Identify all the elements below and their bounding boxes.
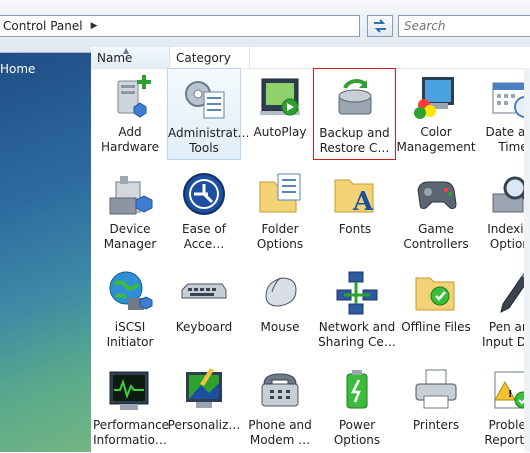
- list-item[interactable]: Color Management: [396, 68, 476, 160]
- list-item[interactable]: Game Controllers: [396, 165, 476, 257]
- administrative-tools-icon: [185, 81, 225, 119]
- refresh-button[interactable]: [367, 15, 393, 37]
- item-label: Device Manager: [103, 222, 157, 251]
- column-header: ▲ Name Category: [91, 46, 530, 69]
- item-label: Ease of Acce…: [182, 222, 226, 251]
- item-label: Game Controllers: [403, 222, 469, 251]
- list-item[interactable]: Add Hardware: [93, 68, 167, 160]
- folder-options-icon: [259, 173, 301, 213]
- address-bar-area: Control Panel ▶: [0, 0, 530, 53]
- left-pane: Home: [0, 53, 91, 452]
- breadcrumb[interactable]: Control Panel ▶: [0, 15, 360, 37]
- search-box[interactable]: [398, 15, 530, 37]
- list-item[interactable]: Personaliz…: [167, 361, 241, 453]
- refresh-icon: [374, 19, 386, 33]
- list-item[interactable]: Pen and Input Devi: [476, 263, 530, 355]
- list-item[interactable]: iSCSI Initiator: [93, 263, 167, 355]
- list-item[interactable]: ! Problem Reports a: [476, 361, 530, 453]
- item-label: Problem Reports a: [484, 418, 530, 447]
- ease-of-access-icon: [183, 173, 225, 215]
- column-header-category[interactable]: Category: [170, 47, 250, 68]
- list-item[interactable]: Keyboard: [167, 263, 241, 355]
- item-label: Indexing Options: [487, 222, 530, 251]
- item-label: Add Hardware: [101, 125, 159, 154]
- item-label: Mouse: [260, 320, 300, 334]
- item-label: Fonts: [338, 222, 372, 236]
- list-item[interactable]: Administrat… Tools: [167, 68, 250, 160]
- mouse-icon: [265, 277, 297, 307]
- items-grid: Add Hardware Administrat… Tools AutoPlay: [91, 68, 530, 452]
- performance-icon: [109, 371, 149, 410]
- breadcrumb-control-panel[interactable]: Control Panel: [0, 19, 83, 33]
- list-item[interactable]: Backup and Restore C…: [313, 68, 396, 160]
- network-sharing-icon: [336, 271, 378, 315]
- list-item[interactable]: Folder Options: [243, 165, 317, 257]
- fonts-icon: A: [334, 179, 374, 217]
- item-label: Administrat… Tools: [168, 126, 250, 155]
- item-label: Color Management: [396, 125, 476, 154]
- search-input[interactable]: [399, 18, 524, 34]
- item-label: Offline Files: [401, 320, 471, 334]
- add-hardware-icon: [117, 75, 151, 118]
- item-label: Network and Sharing Ce…: [318, 320, 396, 349]
- column-header-category-label: Category: [176, 51, 231, 65]
- list-item[interactable]: Device Manager: [93, 165, 167, 257]
- list-item[interactable]: Ease of Acce…: [167, 165, 241, 257]
- power-options-icon: [346, 370, 368, 409]
- list-item[interactable]: Printers: [396, 361, 476, 453]
- list-item[interactable]: Offline Files: [396, 263, 476, 355]
- game-controllers-icon: [417, 181, 457, 209]
- list-item[interactable]: Mouse: [243, 263, 317, 355]
- item-label: Performance Informatio…: [93, 418, 170, 447]
- list-item[interactable]: A Fonts: [318, 165, 392, 257]
- list-item[interactable]: Power Options: [318, 361, 396, 453]
- keyboard-icon: [181, 283, 227, 299]
- list-item[interactable]: Date and Time: [476, 68, 530, 160]
- item-label: Pen and Input Devi: [482, 320, 530, 349]
- item-label: Power Options: [333, 418, 381, 447]
- phone-modem-icon: [261, 373, 299, 407]
- column-header-name[interactable]: ▲ Name: [91, 46, 170, 68]
- svg-text:!: !: [508, 389, 513, 400]
- offline-files-icon: [415, 277, 455, 311]
- list-item[interactable]: Indexing Options: [476, 165, 530, 257]
- item-label: Backup and Restore C…: [319, 126, 390, 155]
- breadcrumb-arrow-icon[interactable]: ▶: [91, 21, 98, 31]
- item-label: Keyboard: [175, 320, 233, 334]
- list-item[interactable]: AutoPlay: [243, 68, 317, 160]
- personalization-icon: [186, 368, 222, 408]
- item-label: Personaliz…: [167, 418, 241, 432]
- item-label: Printers: [412, 418, 460, 432]
- control-panel-home-link[interactable]: Home: [0, 62, 35, 76]
- list-item[interactable]: Performance Informatio…: [93, 361, 170, 453]
- scrollbar[interactable]: [524, 68, 530, 452]
- item-label: Folder Options: [256, 222, 304, 251]
- printers-icon: [415, 369, 457, 409]
- backup-restore-icon: [338, 79, 371, 115]
- item-label: Phone and Modem …: [248, 418, 312, 447]
- list-item[interactable]: Network and Sharing Ce…: [318, 263, 396, 355]
- svg-text:A: A: [352, 187, 374, 217]
- iscsi-initiator-icon: [109, 271, 153, 310]
- list-item[interactable]: Phone and Modem …: [243, 361, 317, 453]
- autoplay-icon: [260, 78, 300, 116]
- device-manager-icon: [109, 176, 153, 215]
- item-label: Date and Time: [485, 125, 530, 154]
- sort-ascending-icon: ▲: [123, 46, 130, 55]
- item-label: AutoPlay: [253, 125, 307, 139]
- color-management-icon: [414, 77, 454, 119]
- item-label: iSCSI Initiator: [106, 320, 154, 349]
